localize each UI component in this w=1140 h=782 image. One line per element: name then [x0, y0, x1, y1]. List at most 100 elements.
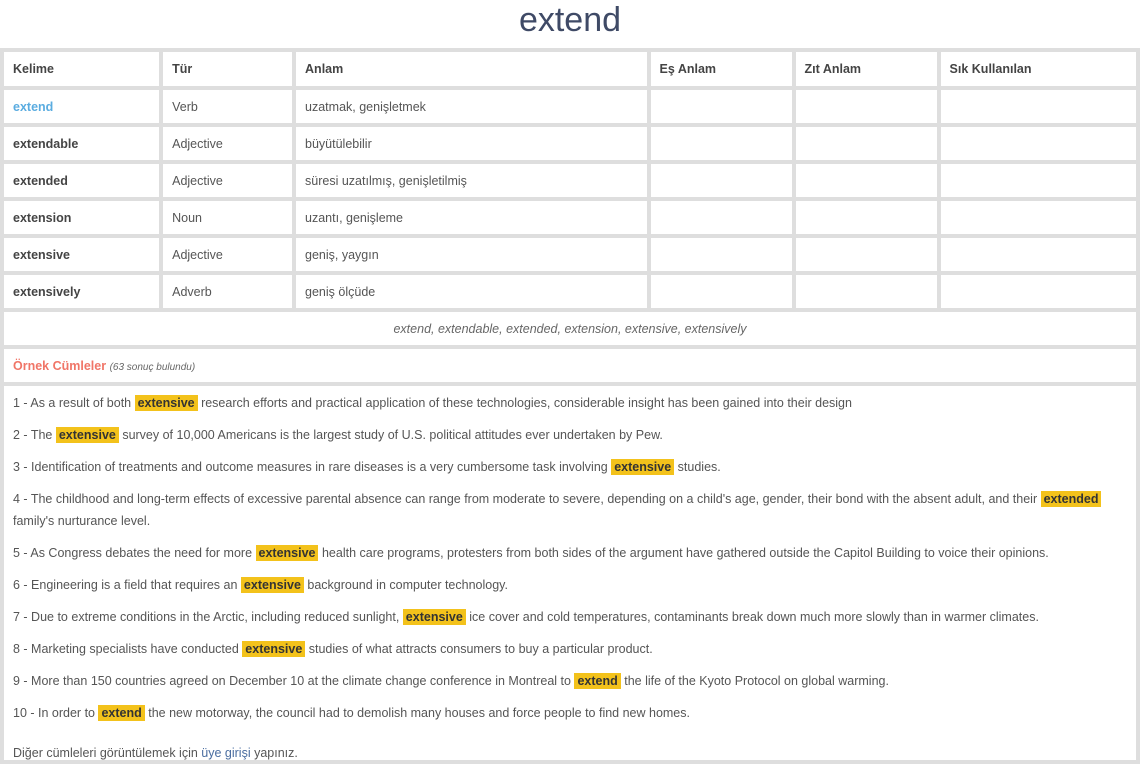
sentence-text: 7 - Due to extreme conditions in the Arc…: [13, 610, 403, 624]
example-sentence: 6 - Engineering is a field that requires…: [13, 574, 1127, 596]
meaning-cell: uzantı, genişleme: [296, 201, 647, 234]
table-row: extensively Adverb geniş ölçüde: [4, 275, 1136, 308]
type-cell: Adjective: [163, 164, 293, 197]
page-title: extend: [518, 1, 622, 39]
frequent-cell: [940, 90, 1136, 123]
type-cell: Verb: [163, 90, 293, 123]
highlighted-keyword: extensive: [611, 459, 675, 475]
antonym-cell: [795, 238, 937, 271]
frequent-cell: [940, 127, 1136, 160]
example-sentence: 3 - Identification of treatments and out…: [13, 456, 1127, 478]
type-cell: Adjective: [163, 127, 293, 160]
table-row: extend Verb uzatmak, genişletmek: [4, 90, 1136, 123]
antonym-cell: [795, 164, 937, 197]
example-sentence: 9 - More than 150 countries agreed on De…: [13, 670, 1127, 692]
table-row: extensive Adjective geniş, yaygın: [4, 238, 1136, 271]
word-family-table: Kelime Tür Anlam Eş Anlam Zıt Anlam Sık …: [0, 48, 1140, 764]
highlighted-keyword: extensive: [55, 427, 119, 443]
table-row: extension Noun uzantı, genişleme: [4, 201, 1136, 234]
examples-body-row: 1 - As a result of both extensive resear…: [4, 386, 1136, 760]
highlighted-keyword: extensive: [402, 609, 466, 625]
word-forms-row: extend, extendable, extended, extension,…: [4, 312, 1136, 345]
synonym-cell: [650, 238, 792, 271]
header-kelime: Kelime: [4, 52, 160, 86]
frequent-cell: [940, 164, 1136, 197]
meaning-cell: büyütülebilir: [296, 127, 647, 160]
word-cell[interactable]: extend: [4, 90, 160, 123]
table-header-row: Kelime Tür Anlam Eş Anlam Zıt Anlam Sık …: [4, 52, 1136, 86]
header-sik-kullanilan: Sık Kullanılan: [940, 52, 1136, 86]
sentence-text: studies.: [674, 460, 721, 474]
sentence-text: survey of 10,000 Americans is the larges…: [118, 428, 663, 442]
highlighted-keyword: extend: [98, 705, 145, 721]
example-sentence: 8 - Marketing specialists have conducted…: [13, 638, 1127, 660]
synonym-cell: [650, 164, 792, 197]
sentence-text: background in computer technology.: [303, 578, 508, 592]
word-cell[interactable]: extensive: [4, 238, 160, 271]
highlighted-keyword: extensive: [255, 545, 319, 561]
example-sentence: 2 - The extensive survey of 10,000 Ameri…: [13, 424, 1127, 446]
login-note: Diğer cümleleri görüntülemek için üye gi…: [13, 746, 1127, 760]
example-sentence: 10 - In order to extend the new motorway…: [13, 702, 1127, 724]
examples-header: Örnek Cümleler (63 sonuç bulundu): [4, 349, 1136, 382]
antonym-cell: [795, 275, 937, 308]
synonym-cell: [650, 275, 792, 308]
sentence-text: ice cover and cold temperatures, contami…: [465, 610, 1039, 624]
sentence-text: 9 - More than 150 countries agreed on De…: [13, 674, 575, 688]
sentence-text: health care programs, protesters from bo…: [318, 546, 1049, 560]
header-tur: Tür: [163, 52, 293, 86]
example-sentence: 1 - As a result of both extensive resear…: [13, 392, 1127, 414]
sentence-text: 3 - Identification of treatments and out…: [13, 460, 612, 474]
header-es-anlam: Eş Anlam: [650, 52, 792, 86]
example-sentences: 1 - As a result of both extensive resear…: [4, 386, 1136, 760]
type-cell: Adjective: [163, 238, 293, 271]
highlighted-keyword: extensive: [240, 577, 304, 593]
header-anlam: Anlam: [296, 52, 647, 86]
login-note-after: yapınız.: [250, 746, 298, 760]
sentence-text: 8 - Marketing specialists have conducted: [13, 642, 243, 656]
sentence-text: 1 - As a result of both: [13, 396, 135, 410]
login-note-before: Diğer cümleleri görüntülemek için: [13, 746, 202, 760]
sentence-text: 4 - The childhood and long-term effects …: [13, 492, 1041, 506]
antonym-cell: [795, 90, 937, 123]
word-cell[interactable]: extension: [4, 201, 160, 234]
word-cell[interactable]: extended: [4, 164, 160, 197]
meaning-cell: süresi uzatılmış, genişletilmiş: [296, 164, 647, 197]
frequent-cell: [940, 238, 1136, 271]
table-row: extended Adjective süresi uzatılmış, gen…: [4, 164, 1136, 197]
sentence-text: 6 - Engineering is a field that requires…: [13, 578, 241, 592]
example-sentence: 7 - Due to extreme conditions in the Arc…: [13, 606, 1127, 628]
sentence-text: research efforts and practical applicati…: [197, 396, 852, 410]
word-cell[interactable]: extensively: [4, 275, 160, 308]
sentence-text: 2 - The: [13, 428, 56, 442]
example-sentence: 4 - The childhood and long-term effects …: [13, 488, 1127, 532]
antonym-cell: [795, 201, 937, 234]
examples-count: (63 sonuç bulundu): [109, 361, 196, 373]
frequent-cell: [940, 201, 1136, 234]
meaning-cell: geniş, yaygın: [296, 238, 647, 271]
header-zit-anlam: Zıt Anlam: [795, 52, 937, 86]
examples-header-row: Örnek Cümleler (63 sonuç bulundu): [4, 349, 1136, 382]
sentence-text: the life of the Kyoto Protocol on global…: [620, 674, 889, 688]
example-sentence: 5 - As Congress debates the need for mor…: [13, 542, 1127, 564]
synonym-cell: [650, 90, 792, 123]
member-login-link[interactable]: üye girişi: [201, 746, 250, 760]
synonym-cell: [650, 201, 792, 234]
highlighted-keyword: extend: [574, 673, 621, 689]
meaning-cell: geniş ölçüde: [296, 275, 647, 308]
antonym-cell: [795, 127, 937, 160]
word-forms-list: extend, extendable, extended, extension,…: [4, 312, 1136, 345]
sentence-text: studies of what attracts consumers to bu…: [305, 642, 653, 656]
word-cell[interactable]: extendable: [4, 127, 160, 160]
examples-title: Örnek Cümleler: [13, 358, 107, 373]
frequent-cell: [940, 275, 1136, 308]
type-cell: Adverb: [163, 275, 293, 308]
synonym-cell: [650, 127, 792, 160]
highlighted-keyword: extensive: [242, 641, 306, 657]
highlighted-keyword: extended: [1040, 491, 1102, 507]
sentence-text: 5 - As Congress debates the need for mor…: [13, 546, 256, 560]
meaning-cell: uzatmak, genişletmek: [296, 90, 647, 123]
table-row: extendable Adjective büyütülebilir: [4, 127, 1136, 160]
sentence-list: 1 - As a result of both extensive resear…: [13, 392, 1127, 724]
highlighted-keyword: extensive: [134, 395, 198, 411]
